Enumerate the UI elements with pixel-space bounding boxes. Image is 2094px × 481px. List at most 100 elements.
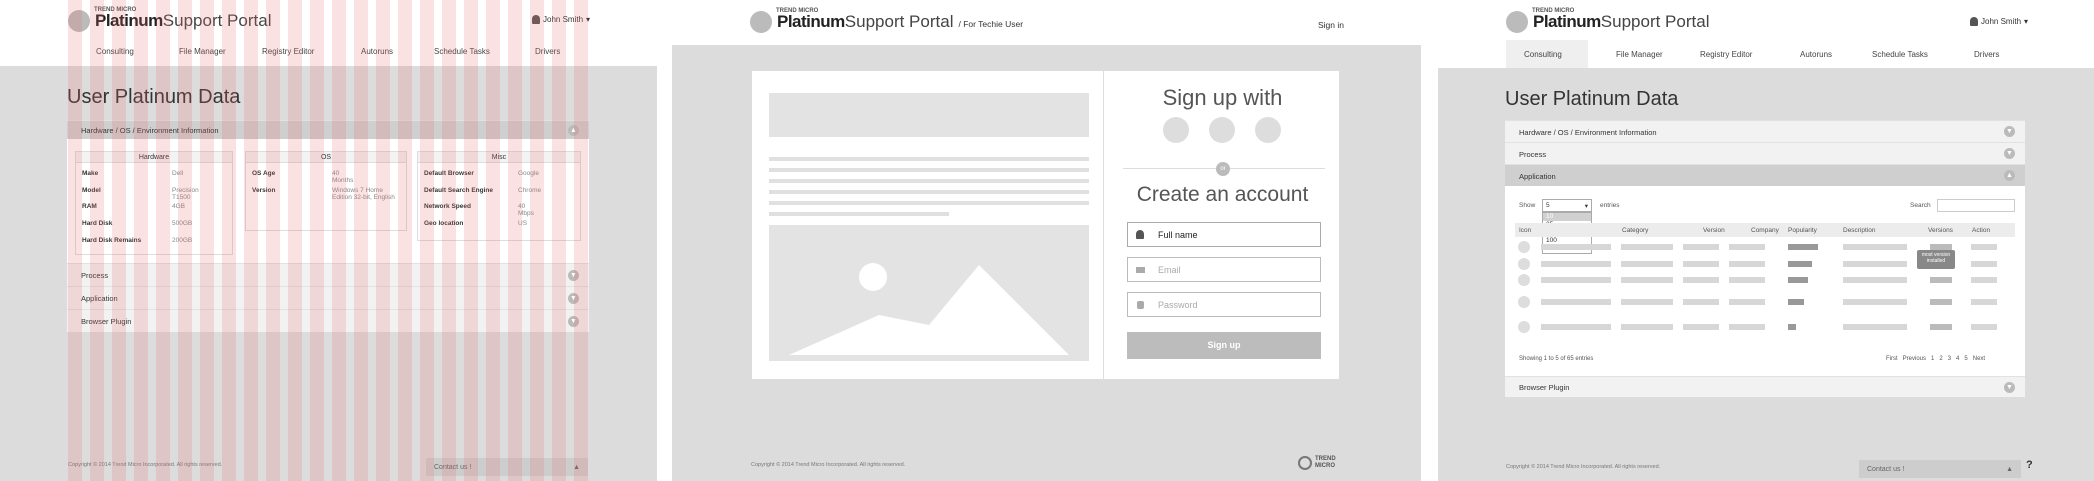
pager-page[interactable]: 3 <box>1948 356 1951 362</box>
versions-sparkline <box>1930 324 1952 330</box>
brand-bold: Platinum <box>1533 12 1601 31</box>
section-process-label: Process <box>1519 150 1547 159</box>
social-icon[interactable] <box>1255 117 1281 143</box>
cell-category <box>1621 277 1673 283</box>
grid-column <box>420 0 434 481</box>
header-category[interactable]: Category <box>1622 227 1648 234</box>
help-icon[interactable]: ? <box>2026 459 2033 471</box>
cell-version <box>1683 244 1719 250</box>
nav-schedule-tasks[interactable]: Schedule Tasks <box>1872 50 1928 59</box>
cell-name <box>1541 324 1611 330</box>
nav-drivers[interactable]: Drivers <box>1974 50 1999 59</box>
social-icon[interactable] <box>1163 117 1189 143</box>
fullname-field[interactable]: Full name <box>1127 222 1321 247</box>
showing-info: Showing 1 to 5 of 65 entries <box>1519 356 1594 362</box>
pager-page[interactable]: 5 <box>1964 356 1967 362</box>
search-label: Search <box>1910 202 1931 209</box>
chevron-up-icon: ▲ <box>2006 465 2013 473</box>
brand-logo[interactable]: TREND MICRO Platinum Support Portal <box>1506 8 1710 33</box>
nav-registry-editor[interactable]: Registry Editor <box>1700 50 1752 59</box>
user-menu[interactable]: John Smith ▾ <box>1970 17 2028 26</box>
cell-name <box>1541 299 1611 305</box>
footer-copyright: Copyright © 2014 Trend Micro Incorporate… <box>751 462 906 468</box>
accordion: Hardware / OS / Environment Information ▼… <box>1505 120 2025 397</box>
contact-us-button[interactable]: Contact us ! ▲ <box>1859 460 2021 478</box>
header-company[interactable]: Company <box>1751 227 1779 234</box>
pager-page[interactable]: 2 <box>1939 356 1942 362</box>
email-field[interactable]: Email <box>1127 257 1321 282</box>
section-application-label: Application <box>1519 172 1556 181</box>
pager-previous[interactable]: Previous <box>1903 356 1926 362</box>
placeholder-line <box>769 190 1089 194</box>
divider <box>1103 71 1104 381</box>
pager-page[interactable]: 4 <box>1956 356 1959 362</box>
grid-column <box>552 0 566 481</box>
password-placeholder: Password <box>1158 300 1198 310</box>
app-icon <box>1518 321 1530 333</box>
cell-version <box>1683 277 1719 283</box>
brand-light: Support Portal <box>1600 12 1710 31</box>
nav-consulting[interactable]: Consulting <box>1524 50 1562 59</box>
placeholder-line <box>769 179 1089 183</box>
section-application[interactable]: Application ▲ <box>1505 164 2025 186</box>
chevron-down-icon: ▼ <box>2004 126 2015 137</box>
section-hardware[interactable]: Hardware / OS / Environment Information ▼ <box>1505 120 2025 142</box>
signup-card: Sign up with or Create an account Full n… <box>751 70 1340 381</box>
brand-small: TREND MICRO <box>776 8 819 14</box>
cell-action <box>1971 277 1997 283</box>
logo-circle-icon <box>750 11 772 33</box>
pager-next[interactable]: Next <box>1973 356 1985 362</box>
header-action[interactable]: Action <box>1972 227 1990 234</box>
grid-column <box>112 0 126 481</box>
grid-column <box>464 0 478 481</box>
pagination: First Previous 1 2 3 4 5 Next <box>1886 356 1985 362</box>
user-icon <box>1970 17 1978 26</box>
popularity-bar <box>1788 277 1808 283</box>
sign-in-link[interactable]: Sign in <box>1318 20 1344 30</box>
header: TREND MICRO Platinum Support Portal / For… <box>672 0 1421 45</box>
placeholder-line <box>769 168 1089 172</box>
chevron-down-icon: ▼ <box>2004 382 2015 393</box>
cell-description <box>1843 299 1907 305</box>
cell-company <box>1729 324 1765 330</box>
entries-select-value: 5 <box>1546 202 1550 209</box>
search-input[interactable] <box>1937 199 2015 212</box>
section-process[interactable]: Process ▼ <box>1505 142 2025 164</box>
grid-column <box>530 0 544 481</box>
entries-option[interactable]: 10 <box>1543 213 1591 221</box>
grid-column <box>310 0 324 481</box>
header: TREND MICRO Platinum Support Portal John … <box>1438 0 2094 68</box>
pager-first[interactable]: First <box>1886 356 1898 362</box>
cell-company <box>1729 244 1765 250</box>
cell-company <box>1729 277 1765 283</box>
grid-column <box>90 0 104 481</box>
header-versions[interactable]: Versions <box>1928 227 1953 234</box>
header-description[interactable]: Description <box>1843 227 1876 234</box>
sign-up-button[interactable]: Sign up <box>1127 332 1321 359</box>
header-icon[interactable]: Icon <box>1519 227 1531 234</box>
section-browser-plugin[interactable]: Browser Plugin ▼ <box>1505 376 2025 397</box>
grid-column <box>376 0 390 481</box>
nav-file-manager[interactable]: File Manager <box>1616 50 1663 59</box>
pager-page[interactable]: 1 <box>1931 356 1934 362</box>
show-label: Show <box>1519 202 1536 209</box>
versions-tooltip: most version installed <box>1917 250 1955 269</box>
logo-circle-icon <box>1506 11 1528 33</box>
cell-version <box>1683 261 1719 267</box>
sign-up-with-heading: Sign up with <box>1162 85 1283 110</box>
grid-column <box>244 0 258 481</box>
header-popularity[interactable]: Popularity <box>1788 227 1817 234</box>
lock-icon <box>1137 301 1144 309</box>
header-version[interactable]: Version <box>1703 227 1725 234</box>
trend-micro-logo: TREND MICRO <box>1298 456 1341 470</box>
nav-autoruns[interactable]: Autoruns <box>1800 50 1832 59</box>
grid-column <box>508 0 522 481</box>
cell-description <box>1843 244 1907 250</box>
brand-logo[interactable]: TREND MICRO Platinum Support Portal / For… <box>750 8 1023 33</box>
password-field[interactable]: Password <box>1127 292 1321 317</box>
entries-select[interactable]: 5 ▾ <box>1542 199 1592 212</box>
cell-action <box>1971 324 1997 330</box>
chevron-up-icon: ▲ <box>2004 170 2015 181</box>
app-icon <box>1518 258 1530 270</box>
social-icon[interactable] <box>1209 117 1235 143</box>
